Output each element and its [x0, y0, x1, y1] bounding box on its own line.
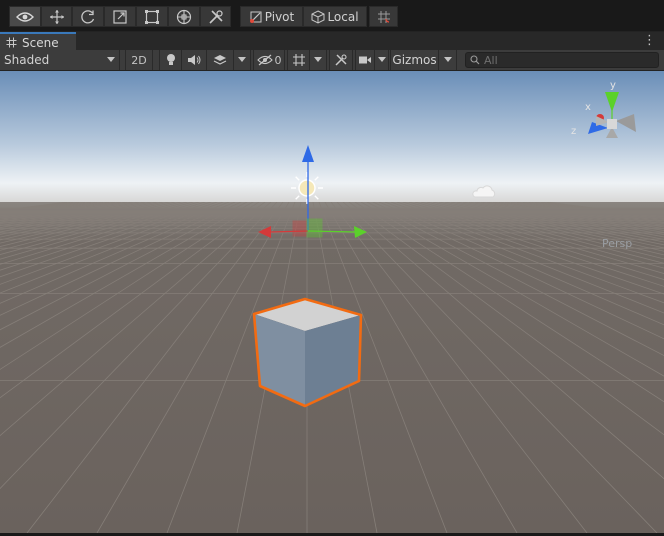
lightbulb-icon — [166, 54, 175, 65]
draw-mode-dropdown[interactable]: Shaded — [0, 50, 120, 70]
hidden-eye-icon — [256, 54, 273, 66]
eye-icon — [16, 11, 34, 22]
gizmos-label: Gizmos — [392, 53, 437, 67]
dropdown-arrow-icon — [314, 57, 322, 62]
transform-icon — [176, 9, 192, 24]
scale-icon — [113, 9, 127, 24]
hidden-count: 0 — [274, 53, 282, 67]
rotate-icon — [81, 9, 95, 23]
scene-visibility-toggle[interactable]: 0 — [253, 50, 285, 70]
local-label: Local — [327, 9, 359, 24]
scene-view-canvas[interactable]: y x z — [0, 71, 664, 533]
transform-tool-button[interactable] — [168, 6, 200, 27]
dropdown-arrow-icon — [443, 57, 452, 62]
camera-icon — [359, 56, 371, 64]
local-toggle[interactable]: Local — [303, 6, 367, 27]
directional-light-icon[interactable] — [291, 172, 323, 204]
rect-tool-button[interactable] — [136, 6, 168, 27]
skybox — [0, 71, 664, 203]
grid-snap-toggle[interactable] — [369, 6, 398, 27]
tools-overlay-toggle[interactable] — [329, 50, 353, 70]
effects-toggle[interactable] — [207, 50, 234, 70]
effects-layers-icon — [213, 55, 227, 65]
speaker-icon — [188, 55, 201, 65]
tab-bar: Scene ⋮ — [0, 31, 664, 51]
scene-search-field[interactable] — [465, 52, 659, 68]
search-icon — [470, 55, 480, 65]
move-arrows-icon — [49, 9, 64, 24]
grid-dropdown[interactable] — [310, 50, 327, 70]
dropdown-arrow-icon — [107, 57, 115, 62]
rotate-tool-button[interactable] — [72, 6, 104, 27]
custom-tool-button[interactable] — [200, 6, 231, 27]
audio-toggle[interactable] — [182, 50, 207, 70]
view-tool-button[interactable] — [9, 6, 41, 27]
camera-settings-button[interactable] — [355, 50, 375, 70]
tools-icon — [335, 54, 347, 66]
effects-dropdown[interactable] — [234, 50, 251, 70]
camera-dropdown[interactable] — [375, 50, 389, 70]
scene-toolbar: Shaded 2D 0 Gizmos — [0, 50, 664, 71]
scene-search-input[interactable] — [484, 53, 644, 67]
grid-snap-icon — [377, 10, 390, 23]
tools-icon — [208, 9, 223, 24]
move-tool-button[interactable] — [41, 6, 72, 27]
projection-label[interactable]: Persp — [602, 237, 632, 250]
grid-icon — [292, 54, 305, 66]
local-cube-icon — [311, 9, 325, 24]
grid-toggle[interactable] — [287, 50, 310, 70]
grid-icon — [6, 37, 17, 48]
scale-tool-button[interactable] — [104, 6, 136, 27]
gizmos-dropdown[interactable] — [439, 50, 457, 70]
draw-mode-label: Shaded — [4, 53, 50, 67]
main-toolbar: Pivot Local — [0, 0, 664, 31]
gizmo-y-label: y — [610, 80, 616, 91]
rect-transform-icon — [145, 9, 159, 24]
pivot-icon — [249, 11, 262, 23]
dropdown-arrow-icon — [377, 57, 386, 62]
gizmos-button[interactable]: Gizmos — [390, 50, 439, 70]
gizmo-z-label: z — [571, 126, 576, 137]
pivot-label: Pivot — [264, 9, 295, 24]
pivot-toggle[interactable]: Pivot — [240, 6, 303, 27]
gizmo-x-label: x — [585, 102, 591, 113]
dropdown-arrow-icon — [238, 57, 246, 62]
tab-scene-label: Scene — [22, 35, 59, 50]
lighting-toggle[interactable] — [159, 50, 182, 70]
2d-mode-label: 2D — [131, 53, 147, 67]
kebab-menu-icon[interactable]: ⋮ — [643, 34, 656, 48]
tab-scene[interactable]: Scene — [0, 32, 76, 51]
2d-mode-button[interactable]: 2D — [125, 50, 153, 70]
scene-viewport[interactable]: y x z Persp — [0, 71, 664, 533]
